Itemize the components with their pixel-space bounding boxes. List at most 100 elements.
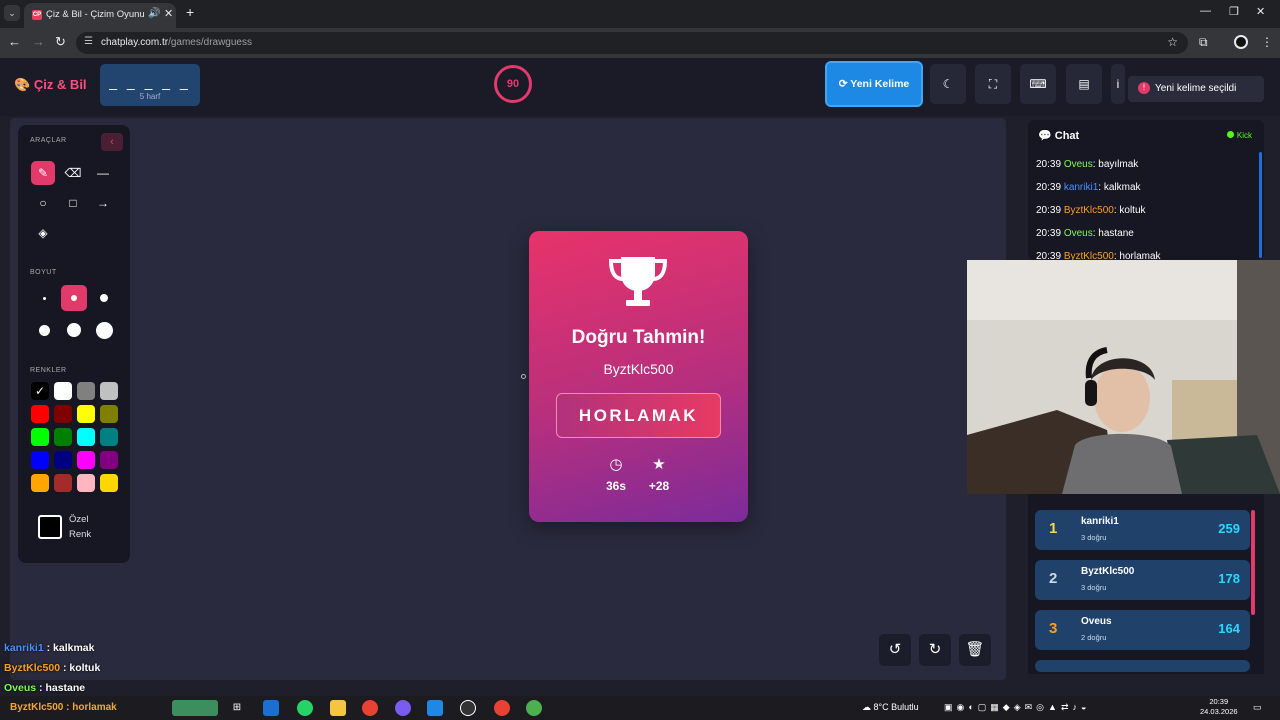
app-logo[interactable]: 🎨 Çiz & Bil — [14, 77, 87, 93]
chat-username[interactable]: Oveus — [1064, 159, 1093, 170]
bookmark-star-icon[interactable]: ☆ — [1167, 35, 1178, 49]
color-swatch[interactable] — [100, 428, 118, 446]
back-icon[interactable]: ← — [8, 34, 21, 49]
keyboard-icon: ⌨ — [1029, 77, 1047, 91]
line-tool[interactable]: — — [91, 161, 115, 185]
dark-mode-button[interactable]: ☾ — [930, 64, 966, 104]
chrome-active-icon[interactable] — [494, 700, 510, 716]
app-icon-3[interactable] — [427, 700, 443, 716]
file-explorer-icon[interactable] — [330, 700, 346, 716]
color-swatch[interactable] — [77, 474, 95, 492]
color-swatch[interactable] — [54, 405, 72, 423]
rectangle-tool[interactable]: □ — [61, 191, 85, 215]
color-swatch[interactable] — [77, 451, 95, 469]
chat-username[interactable]: kanriki1 — [1064, 182, 1098, 193]
tools-title: ARAÇLAR — [30, 137, 67, 144]
color-swatch[interactable] — [100, 405, 118, 423]
brush-tool[interactable]: ✎ — [31, 161, 55, 185]
size-md[interactable] — [100, 294, 108, 302]
reload-icon[interactable]: ↻ — [55, 34, 66, 50]
fill-tool[interactable]: ◈ — [31, 221, 55, 245]
collapse-toolbox-button[interactable]: ‹ — [101, 133, 123, 151]
color-swatch[interactable] — [100, 474, 118, 492]
forward-icon[interactable]: → — [32, 34, 45, 49]
color-swatch[interactable] — [54, 451, 72, 469]
size-xxl[interactable] — [96, 322, 113, 339]
notifications-icon[interactable]: ▭ — [1253, 702, 1262, 713]
color-swatch[interactable] — [77, 382, 95, 400]
profile-avatar[interactable] — [1234, 35, 1248, 49]
leaderboard-row[interactable]: 3 Oveus 2 doğru 164 — [1035, 610, 1250, 650]
url-bar[interactable]: ☰ chatplay.com.tr/games/drawguess ☆ — [76, 32, 1188, 54]
archive-button[interactable]: ▤ — [1066, 64, 1102, 104]
app-icon-2[interactable] — [395, 700, 411, 716]
leaderboard-row[interactable]: 2 ByztKlc500 3 doğru 178 — [1035, 560, 1250, 600]
color-swatch[interactable] — [54, 382, 72, 400]
system-tray-icons[interactable]: ▣◉◐▢▦◆◈✉◎▲⇄♪◒ — [944, 702, 1090, 713]
new-word-button[interactable]: ⟳ Yeni Kelime — [825, 61, 923, 107]
keyboard-button[interactable]: ⌨ — [1020, 64, 1056, 104]
whatsapp-icon[interactable] — [297, 700, 313, 716]
redo-button[interactable]: ↻ — [919, 634, 951, 666]
color-swatch[interactable] — [54, 428, 72, 446]
chat-time: 20:39 — [1036, 182, 1064, 193]
custom-color-swatch[interactable] — [38, 515, 62, 539]
chrome-icon[interactable] — [362, 700, 378, 716]
info-button[interactable]: i — [1111, 64, 1125, 104]
size-xs[interactable] — [43, 297, 46, 300]
circle-tool[interactable]: ○ — [31, 191, 55, 215]
color-swatch[interactable] — [31, 428, 49, 446]
undo-icon: ↺ — [888, 641, 902, 658]
refresh-icon: ⟳ — [838, 78, 848, 90]
close-window-icon[interactable]: ✕ — [1256, 5, 1265, 18]
colors-title: RENKLER — [30, 367, 67, 374]
eraser-tool[interactable]: ⌫ — [61, 161, 85, 185]
archive-icon: ▤ — [1078, 77, 1090, 91]
color-swatch[interactable] — [77, 428, 95, 446]
size-xl[interactable] — [67, 323, 81, 337]
task-view-icon[interactable]: ⊞ — [229, 700, 245, 716]
clear-canvas-button[interactable]: 🗑 — [959, 634, 991, 666]
close-tab-icon[interactable]: ✕ — [164, 7, 173, 20]
overlay-username: Oveus — [4, 682, 37, 694]
size-sm[interactable] — [71, 295, 77, 301]
rank-number: 1 — [1049, 520, 1058, 537]
system-clock[interactable]: 20:39 24.03.2026 — [1200, 697, 1238, 717]
weather-widget[interactable]: ☁ 8°C Bulutlu — [862, 702, 919, 713]
new-tab-icon[interactable]: + — [186, 4, 194, 20]
menu-kebab-icon[interactable]: ⋮ — [1261, 35, 1273, 49]
app-icon-5[interactable] — [526, 700, 542, 716]
leaderboard-row-partial[interactable] — [1035, 660, 1250, 672]
chat-username[interactable]: ByztKlc500 — [1064, 205, 1114, 216]
color-swatch[interactable] — [31, 451, 49, 469]
color-swatch[interactable] — [31, 405, 49, 423]
color-swatch[interactable] — [100, 382, 118, 400]
size-lg[interactable] — [39, 325, 50, 336]
chat-message: 20:39 Oveus: bayılmak — [1036, 159, 1138, 170]
color-swatch[interactable]: ✓ — [31, 382, 49, 400]
drawing-canvas[interactable] — [10, 118, 1006, 680]
minimize-icon[interactable]: — — [1200, 5, 1211, 17]
chat-title: 💬 Chat — [1038, 130, 1080, 142]
arrow-right-icon: → — [97, 196, 109, 210]
fullscreen-button[interactable]: ⛶ — [975, 64, 1011, 104]
chat-username[interactable]: Oveus — [1064, 228, 1093, 239]
site-info-icon[interactable]: ☰ — [84, 36, 93, 47]
leaderboard-row[interactable]: 1 kanriki1 3 doğru 259 — [1035, 510, 1250, 550]
app-icon-4[interactable] — [460, 700, 476, 716]
restore-icon[interactable]: ❐ — [1229, 5, 1239, 18]
extensions-icon[interactable]: ⧉ — [1199, 35, 1208, 50]
color-swatch[interactable] — [100, 451, 118, 469]
color-swatch[interactable] — [77, 405, 95, 423]
taskbar-widget-icon[interactable] — [172, 700, 218, 716]
leaderboard-scrollbar[interactable] — [1251, 510, 1255, 615]
tab-search-icon[interactable]: ⌄ — [4, 5, 20, 21]
chat-scrollbar[interactable] — [1259, 152, 1262, 258]
arrow-tool[interactable]: → — [91, 191, 115, 215]
app-icon-1[interactable] — [263, 700, 279, 716]
undo-button[interactable]: ↺ — [879, 634, 911, 666]
browser-tab[interactable]: CP Çiz & Bil - Çizim Oyunu 🔊 ✕ — [24, 3, 176, 28]
color-swatch[interactable] — [54, 474, 72, 492]
speaker-icon[interactable]: 🔊 — [148, 8, 160, 19]
color-swatch[interactable] — [31, 474, 49, 492]
